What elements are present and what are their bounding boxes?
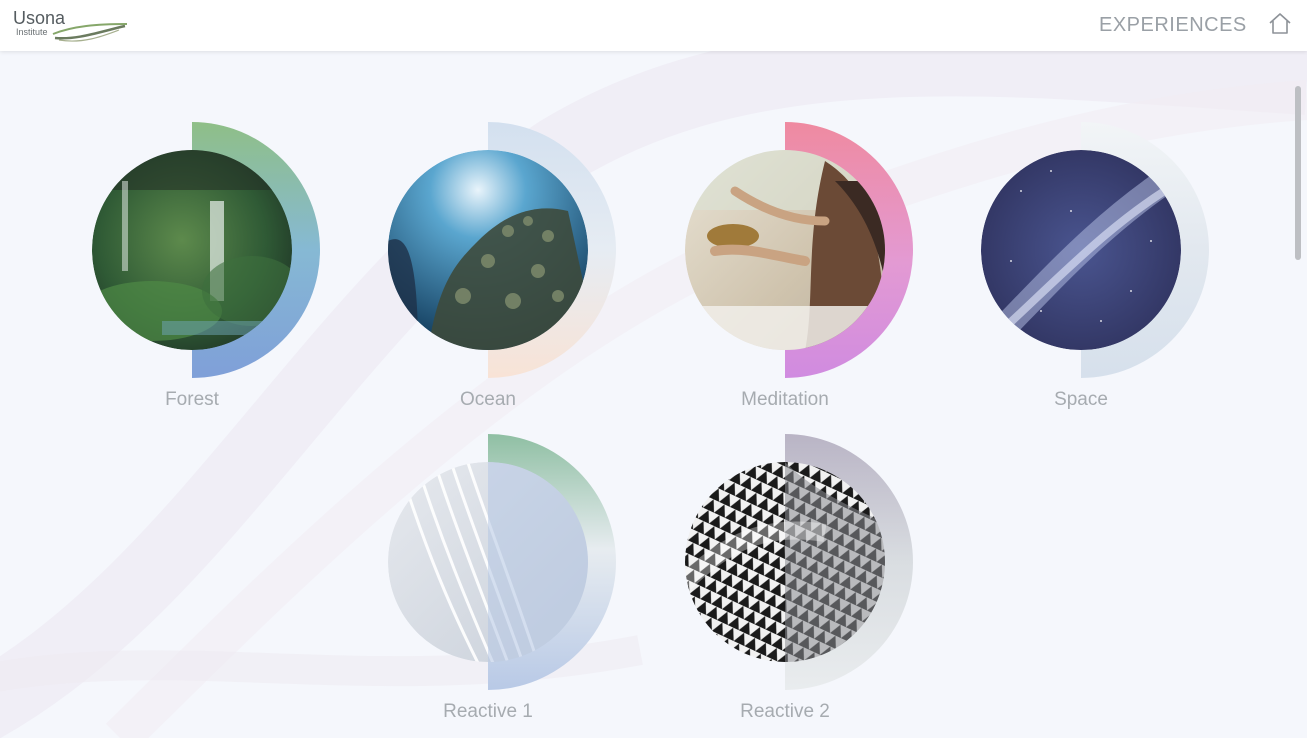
space-graphic [981,122,1209,378]
forest-graphic [92,122,320,378]
ocean-graphic [388,122,616,378]
usona-logo[interactable]: Usona Institute [13,8,129,42]
reactive-1-graphic [388,434,616,690]
experience-label: Reactive 1 [443,701,533,722]
experience-tile-space[interactable]: Space [981,121,1241,421]
experience-label: Space [1054,389,1108,410]
experience-label: Forest [165,389,219,410]
scrollbar-thumb[interactable] [1295,86,1301,260]
meditation-graphic [685,122,913,378]
experiences-page: Usona Institute EXPERIENCES Forest Ocean… [0,0,1307,738]
space-image [981,150,1181,350]
logo-subtitle: Institute [16,27,48,37]
experience-label: Reactive 2 [740,701,830,722]
experience-tile-reactive-1[interactable]: Reactive 1 [388,433,648,733]
meditation-image [685,150,885,350]
reactive-2-graphic [685,434,913,690]
experience-tile-meditation[interactable]: Meditation [685,121,945,421]
experience-tile-ocean[interactable]: Ocean [388,121,648,421]
home-icon[interactable] [1266,11,1294,37]
experience-tile-reactive-2[interactable]: Reactive 2 [685,433,945,733]
top-bar: Usona Institute EXPERIENCES [0,0,1307,51]
reactive-1-image [388,462,588,662]
reactive-2-image [685,462,885,662]
experience-label: Meditation [741,389,829,410]
experience-label: Ocean [460,389,516,410]
nav-title-experiences[interactable]: EXPERIENCES [1099,14,1247,37]
experience-tile-forest[interactable]: Forest [92,121,352,421]
logo-swoosh-icon [52,23,128,42]
